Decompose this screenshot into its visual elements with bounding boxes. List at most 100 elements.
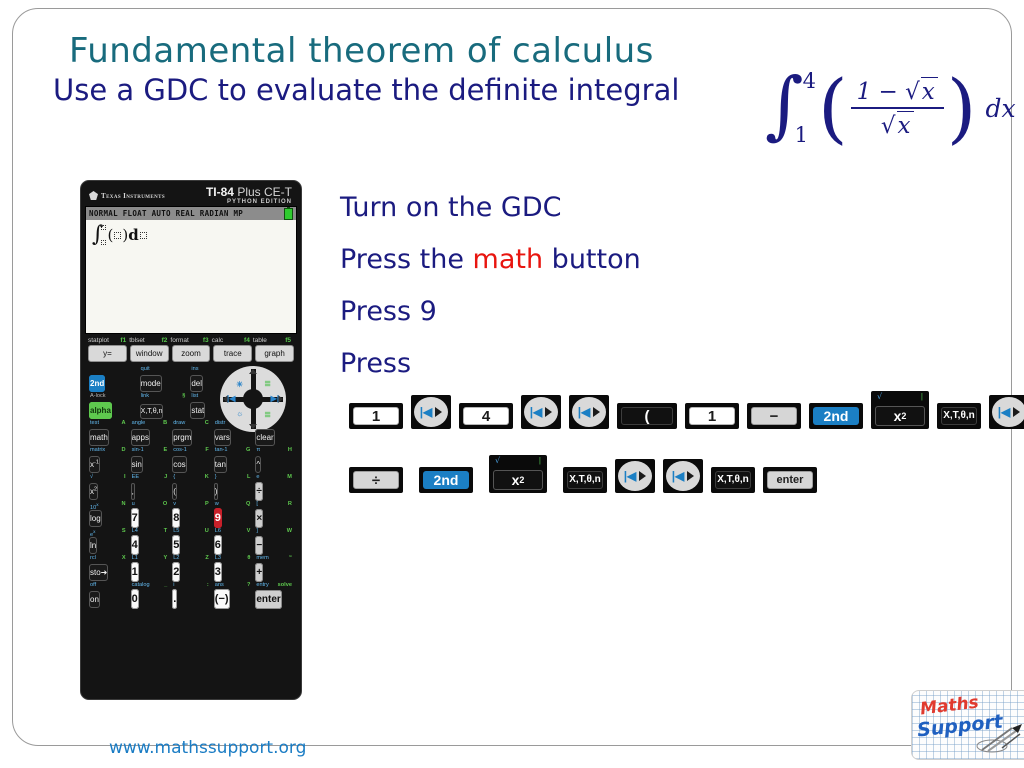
key-cell: {K ( [172,474,210,500]
key-cell: ex Sln [89,528,127,554]
calc-key-del[interactable]: del [190,375,204,392]
paren-close-glyph: ) [946,62,977,152]
calc-key-x-inverse[interactable]: x-1 [89,456,100,473]
key-alpha-label: G [246,447,251,453]
key-secondary-label: cos-1 [173,447,187,453]
keypad-row: 2nd quit mode ins del [89,366,237,392]
calc-key-5[interactable]: 5 [172,535,181,555]
key-secondary-label: distr [214,420,226,426]
key-cell: e M ÷ [255,474,293,501]
key-open-paren: ( [617,403,677,429]
calc-key-on[interactable]: on [89,591,100,608]
key-cell: [R × [255,501,293,528]
calc-key-log[interactable]: log [89,510,102,527]
calc-key-close-paren[interactable]: ) [213,483,219,500]
calc-key-enter[interactable]: enter [255,590,282,609]
sqrt-glyph-num: √ [905,79,920,105]
calc-key-2[interactable]: 2 [172,562,181,582]
calc-key-open-paren[interactable]: ( [172,483,177,500]
key-alpha-label: E [163,447,168,453]
status-bar-text: NORMAL FLOAT AUTO REAL RADIAN MP [89,209,244,218]
key-alpha-label: Q [246,501,251,507]
right-arrow-icon: |◀ [989,395,1024,429]
calc-key-prgm[interactable]: prgm [172,429,193,446]
numerator-minus: − [878,79,898,105]
key-secondary-label: L3 [214,555,222,561]
calculator-screen[interactable]: NORMAL FLOAT AUTO REAL RADIAN MP ∫ () d [85,206,297,334]
footer-url[interactable]: www.mathssupport.org [109,738,306,758]
calc-key-plus[interactable]: + [255,563,264,582]
calc-key-sto[interactable]: sto➜ [89,564,109,581]
calc-key-decimal[interactable]: . [172,589,178,609]
key-alpha-label: R [287,501,292,507]
key-cell: L1 Y 1 [130,555,169,582]
calc-key-apps[interactable]: apps [130,429,150,446]
calc-key-sin[interactable]: sin [130,456,143,473]
key-alpha-label: S [121,528,126,534]
key-cell: clear [255,420,293,446]
fkey-fn: f1 [120,337,127,344]
calc-key-x-squared[interactable]: x2 [89,483,99,500]
contrast-right-icon: ▶| [270,394,279,403]
calc-key-1[interactable]: 1 [130,562,139,582]
key-cell: ans? (−) [213,582,252,609]
key-alpha-label: N [121,501,126,507]
calc-key-9[interactable]: 9 [213,508,222,528]
calc-key-mode[interactable]: mode [139,375,162,392]
instruction-text: Press 9 [340,296,437,327]
integrand-fraction: 1 − √x √x [850,77,944,139]
calc-key-2nd[interactable]: 2nd [89,375,106,392]
instruction-text: button [543,244,641,275]
paren-open-glyph: ( [817,62,848,152]
fkey-fn: f5 [285,337,292,344]
fkey-zoom[interactable]: zoom [171,345,211,362]
key-secondary-label: entry [256,582,269,588]
calc-key-ln[interactable]: ln [89,537,98,554]
calc-key-7[interactable]: 7 [130,508,139,528]
calc-key-vars[interactable]: vars [213,429,231,446]
calc-key-comma[interactable]: , [130,483,135,500]
calc-key-4[interactable]: 4 [130,535,139,555]
calc-key-math[interactable]: math [89,429,109,446]
calc-key-tan[interactable]: tan [213,456,227,473]
key-secondary-label: i [173,582,175,588]
instruction-text: Press the [340,244,473,275]
key-alpha-label: K [204,474,209,480]
key-cell: 10x Nlog [89,501,127,527]
calc-key-multiply[interactable]: × [255,509,264,528]
instruction-text: Turn on the GDC [340,192,562,223]
calc-key-8[interactable]: 8 [172,508,181,528]
key-secondary-label: link [140,393,150,399]
key-cell: u O 7 [130,501,169,528]
key-secondary-label: L1 [131,555,138,561]
fkey-window[interactable]: window [129,345,169,362]
brightness-up-icon: ☀ [236,380,244,389]
key-cell: A-lock alpha [89,393,136,419]
calc-key-clear[interactable]: clear [255,429,275,446]
calc-key-caret[interactable]: ^ [255,456,262,473]
key-secondary-label: quit [140,366,150,372]
calc-key-alpha[interactable]: alpha [89,402,112,419]
calc-key-6[interactable]: 6 [213,535,222,555]
key-alpha-label: I [124,474,126,480]
key-secondary-label: mem [256,555,269,561]
calc-key-stat[interactable]: stat [190,402,206,419]
dpad-up-icon[interactable] [249,369,257,374]
fkey-graph[interactable]: graph [255,345,294,362]
key-alpha-label: T [163,528,168,534]
key-cell: angle Bapps [130,420,169,446]
calc-key-3[interactable]: 3 [213,562,222,582]
calc-key-divide[interactable]: ÷ [255,482,263,501]
calc-key-negate[interactable]: (−) [213,589,230,609]
calc-key-0[interactable]: 0 [130,589,139,609]
key-secondary-label: draw [173,420,186,426]
key-alpha-label: C [204,420,209,426]
calc-key-minus[interactable]: − [255,536,264,555]
fkey-y-equals[interactable]: y= [88,345,127,362]
key-cell: test Amath [89,420,127,446]
fkey-fn: f3 [202,337,209,344]
key-alpha-label: B [163,420,168,426]
fkey-trace[interactable]: trace [213,345,253,362]
calc-key-cos[interactable]: cos [172,456,187,473]
calc-key-xton[interactable]: X,T,θ,n [139,404,164,419]
